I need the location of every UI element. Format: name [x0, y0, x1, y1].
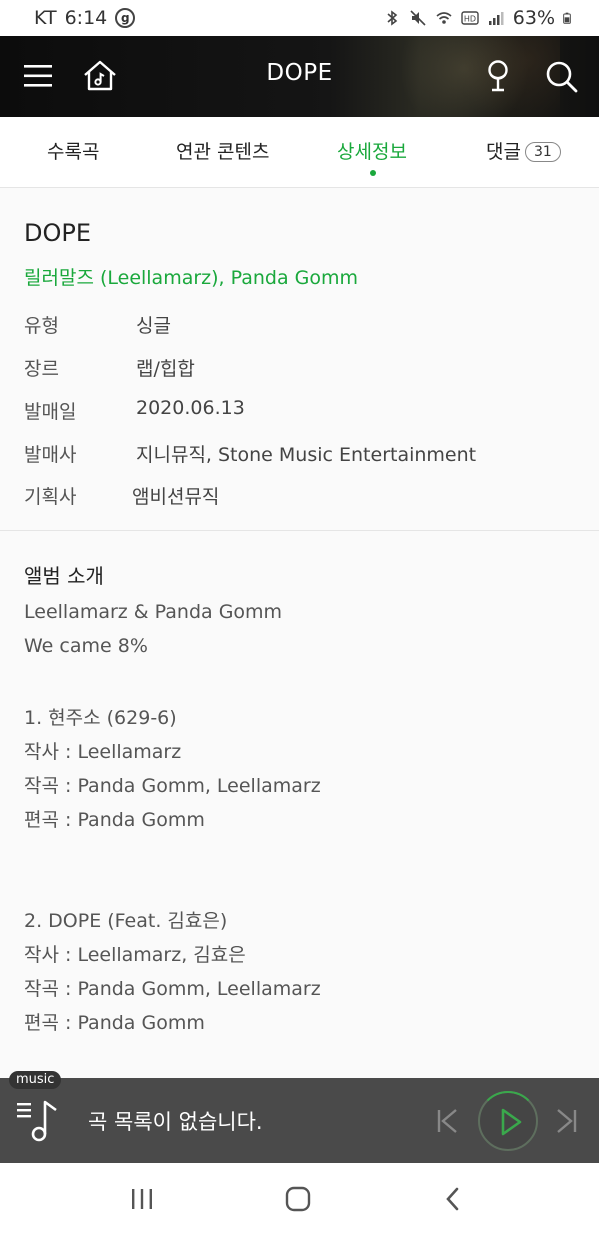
info-value: 2020.06.13 — [136, 397, 245, 419]
active-tab-indicator — [370, 170, 376, 176]
intro-line: 2. DOPE (Feat. 김효은) — [24, 910, 228, 932]
music-pill-badge: music — [9, 1071, 62, 1089]
g-badge-icon: g — [115, 8, 136, 28]
search-icon[interactable] — [541, 56, 581, 96]
artist-link[interactable]: 릴러말즈 (Leellamarz), Panda Gomm — [24, 263, 358, 290]
tab-bar: 수록곡 연관 콘텐츠 상세정보 댓글 31 — [0, 117, 599, 188]
home-icon[interactable] — [283, 1185, 313, 1213]
clock: 6:14 — [64, 7, 108, 29]
intro-line: 작사 : Leellamarz, 김효은 — [24, 944, 246, 966]
recent-apps-icon[interactable] — [128, 1187, 156, 1211]
svg-text:HD: HD — [464, 15, 476, 24]
intro-line: 1. 현주소 (629-6) — [24, 707, 177, 729]
battery-icon — [563, 12, 571, 24]
intro-line: We came 8% — [24, 635, 148, 657]
info-label: 발매사 — [24, 444, 77, 466]
wifi-icon — [436, 12, 452, 24]
info-value: 랩/힙합 — [136, 358, 195, 380]
intro-line: Leellamarz & Panda Gomm — [24, 601, 283, 623]
tab-related-content[interactable]: 연관 콘텐츠 — [176, 137, 269, 164]
bluetooth-icon — [387, 10, 398, 26]
mute-icon — [410, 10, 426, 26]
intro-line: 편곡 : Panda Gomm — [24, 809, 205, 831]
player-status-text: 곡 목록이 없습니다. — [88, 1110, 263, 1134]
status-bar: KT 6:14 g HD 63% — [0, 0, 599, 36]
playlist-note-icon[interactable] — [14, 1098, 62, 1146]
tab-tracklist[interactable]: 수록곡 — [47, 137, 99, 164]
tab-label: 상세정보 — [337, 141, 407, 163]
info-value: 싱글 — [136, 315, 171, 337]
signal-icon — [488, 12, 504, 25]
tab-comments[interactable]: 댓글 31 — [486, 137, 561, 164]
hd-icon: HD — [461, 11, 479, 25]
intro-line: 작곡 : Panda Gomm, Leellamarz — [24, 978, 321, 1000]
intro-title: 앨범 소개 — [24, 564, 104, 588]
album-detail-section: DOPE 릴러말즈 (Leellamarz), Panda Gomm 유형 싱글… — [0, 189, 599, 531]
battery-label: 63% — [512, 7, 555, 29]
intro-line: 편곡 : Panda Gomm — [24, 1012, 205, 1034]
tab-label: 수록곡 — [47, 141, 100, 163]
play-icon — [501, 1108, 522, 1136]
info-label: 기획사 — [24, 486, 77, 508]
intro-line: 작곡 : Panda Gomm, Leellamarz — [24, 775, 321, 797]
previous-track-icon[interactable] — [434, 1106, 462, 1136]
tab-label: 연관 콘텐츠 — [176, 141, 270, 163]
comment-count-badge: 31 — [524, 142, 561, 162]
tab-details[interactable]: 상세정보 — [337, 137, 407, 164]
album-title: DOPE — [24, 219, 92, 247]
info-label: 장르 — [24, 358, 59, 380]
intro-line: 작사 : Leellamarz — [24, 741, 182, 763]
app-header: DOPE — [0, 36, 599, 117]
carrier-label: KT — [34, 7, 57, 29]
play-button[interactable] — [478, 1091, 538, 1151]
mini-player[interactable]: 곡 목록이 없습니다. — [0, 1078, 599, 1163]
system-nav-bar — [0, 1163, 599, 1233]
info-value: 앰비션뮤직 — [132, 486, 220, 508]
info-label: 유형 — [24, 315, 59, 337]
tab-label: 댓글 — [486, 141, 521, 163]
info-label: 발매일 — [24, 401, 77, 423]
back-icon[interactable] — [440, 1185, 466, 1213]
info-value: 지니뮤직, Stone Music Entertainment — [136, 444, 477, 466]
microphone-icon[interactable] — [478, 56, 518, 96]
next-track-icon[interactable] — [552, 1106, 580, 1136]
